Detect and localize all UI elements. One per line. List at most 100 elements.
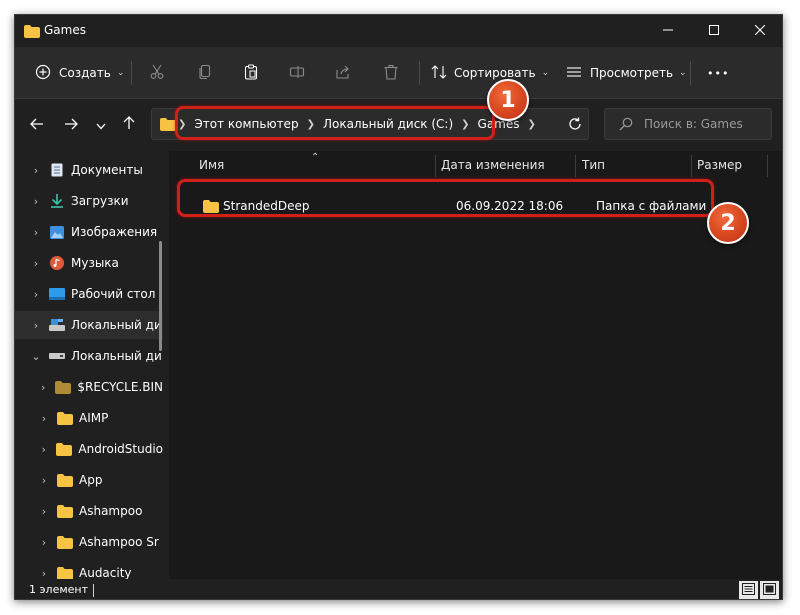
- sidebar-item-androidstudio[interactable]: › AndroidStudio: [15, 435, 163, 463]
- rename-button[interactable]: [289, 57, 305, 89]
- sidebar-item-music[interactable]: › Музыка: [15, 249, 163, 277]
- row-highlight-frame: [177, 179, 714, 217]
- maximize-button[interactable]: [691, 15, 737, 47]
- chevron-right-icon: ›: [33, 287, 39, 301]
- chevron-right-icon: ›: [41, 504, 47, 518]
- column-header-date[interactable]: Дата изменения: [441, 151, 545, 179]
- sidebar-item-label: Ashampoo Sr: [79, 535, 159, 549]
- sidebar-item-label: Изображения: [71, 225, 158, 239]
- sidebar-item-ashampoo-sr[interactable]: › Ashampoo Sr: [15, 528, 163, 556]
- item-count: 1 элемент: [29, 583, 88, 596]
- rename-icon: [289, 64, 305, 83]
- title-bar: Games: [15, 15, 782, 47]
- column-divider[interactable]: [691, 155, 692, 177]
- arrow-right-icon: [64, 116, 78, 134]
- plus-circle-icon: [35, 64, 51, 83]
- command-bar: Создать ⌄ Сортировать ⌄ Просмотреть ⌄ ••…: [15, 47, 782, 99]
- column-divider[interactable]: [575, 155, 576, 177]
- folder-icon: [24, 25, 40, 41]
- sidebar-item-label: Музыка: [71, 256, 119, 270]
- delete-button[interactable]: [383, 57, 399, 89]
- sidebar-item-audacity[interactable]: › Audacity: [15, 559, 163, 579]
- sort-button[interactable]: Сортировать ⌄: [431, 57, 549, 89]
- column-header-type[interactable]: Тип: [582, 151, 605, 179]
- minimize-button[interactable]: [645, 15, 691, 47]
- sidebar-item-label: Рабочий стол: [71, 287, 156, 301]
- sidebar-item-aimp[interactable]: › AIMP: [15, 404, 163, 432]
- search-box[interactable]: Поиск в: Games: [604, 108, 772, 140]
- step-badge-2: 2: [707, 202, 749, 244]
- toolbar-divider: [690, 61, 691, 85]
- address-highlight-frame: [175, 106, 495, 140]
- chevron-down-icon: ⌄: [541, 68, 550, 78]
- chevron-right-icon: ›: [41, 566, 47, 580]
- sidebar-item-local-disk[interactable]: › Локальный ди: [15, 311, 163, 339]
- drive-icon: [49, 318, 65, 332]
- sidebar-item-label: Локальный ди: [71, 318, 162, 332]
- details-view-button[interactable]: [739, 581, 758, 599]
- sidebar-item-pictures[interactable]: › Изображения: [15, 218, 163, 246]
- pictures-icon: [49, 225, 65, 239]
- sort-label: Сортировать: [454, 66, 536, 80]
- create-button[interactable]: Создать ⌄: [35, 57, 124, 89]
- more-button[interactable]: •••: [707, 57, 729, 89]
- sidebar-item-label: $RECYCLE.BIN: [77, 380, 163, 394]
- trash-icon: [383, 64, 399, 83]
- downloads-icon: [49, 194, 65, 208]
- recent-locations-button[interactable]: [89, 113, 113, 137]
- sidebar-item-downloads[interactable]: › Загрузки: [15, 187, 163, 215]
- column-header-size[interactable]: Размер: [697, 151, 742, 179]
- forward-button[interactable]: [59, 113, 83, 137]
- copy-button[interactable]: [197, 57, 213, 89]
- folder-icon: [57, 535, 73, 549]
- share-button[interactable]: [335, 57, 351, 89]
- sidebar-item-app[interactable]: › App: [15, 466, 163, 494]
- step-badge-1: 1: [487, 79, 529, 121]
- chevron-right-icon: ›: [33, 256, 39, 270]
- paste-button[interactable]: [243, 57, 259, 89]
- chevron-right-icon: ›: [40, 380, 46, 394]
- cut-button[interactable]: [149, 57, 165, 89]
- sidebar-item-documents[interactable]: › Документы: [15, 156, 163, 184]
- details-view-icon: [742, 582, 755, 598]
- search-icon: [619, 117, 633, 134]
- chevron-down-icon: [96, 116, 106, 134]
- create-label: Создать: [59, 66, 111, 80]
- folder-icon: [160, 118, 176, 134]
- sidebar-item-label: Загрузки: [71, 194, 129, 208]
- share-icon: [335, 64, 351, 83]
- sidebar-item-local-disk-expanded[interactable]: ⌄ Локальный ди: [15, 342, 163, 370]
- close-button[interactable]: [737, 15, 782, 47]
- more-icon: •••: [707, 66, 730, 80]
- sidebar-item-label: App: [79, 473, 103, 487]
- large-icons-view-button[interactable]: [760, 581, 779, 599]
- status-bar: 1 элемент: [15, 579, 782, 599]
- chevron-right-icon: ›: [41, 442, 46, 456]
- music-icon: [49, 256, 65, 270]
- sidebar-item-ashampoo[interactable]: › Ashampoo: [15, 497, 163, 525]
- sort-ascending-icon: ⌃: [311, 152, 320, 163]
- sidebar-item-recycle-bin[interactable]: › $RECYCLE.BIN: [15, 373, 163, 401]
- sidebar-item-desktop[interactable]: › Рабочий стол: [15, 280, 163, 308]
- chevron-right-icon: ›: [33, 163, 39, 177]
- column-divider[interactable]: [435, 155, 436, 177]
- up-button[interactable]: [117, 113, 141, 137]
- maximize-icon: [709, 24, 719, 38]
- column-header-name[interactable]: Имя: [199, 151, 224, 179]
- explorer-window: Games Создать ⌄ Сортировать ⌄ Просмотрет…: [14, 14, 783, 600]
- close-icon: [754, 24, 766, 38]
- chevron-right-icon: ›: [41, 411, 47, 425]
- view-button[interactable]: Просмотреть ⌄: [566, 57, 687, 89]
- sidebar-item-label: Локальный ди: [71, 349, 162, 363]
- folder-icon: [55, 380, 72, 394]
- sidebar-item-label: AndroidStudio: [78, 442, 163, 456]
- drive-icon: [49, 349, 65, 363]
- chevron-right-icon: ❯: [527, 118, 536, 130]
- sort-icon: [431, 64, 447, 83]
- back-button[interactable]: [25, 113, 49, 137]
- folder-icon: [57, 473, 73, 487]
- clipboard-icon: [243, 63, 259, 83]
- refresh-button[interactable]: [563, 113, 587, 137]
- sidebar-scrollbar[interactable]: [159, 241, 162, 351]
- column-divider[interactable]: [767, 155, 768, 177]
